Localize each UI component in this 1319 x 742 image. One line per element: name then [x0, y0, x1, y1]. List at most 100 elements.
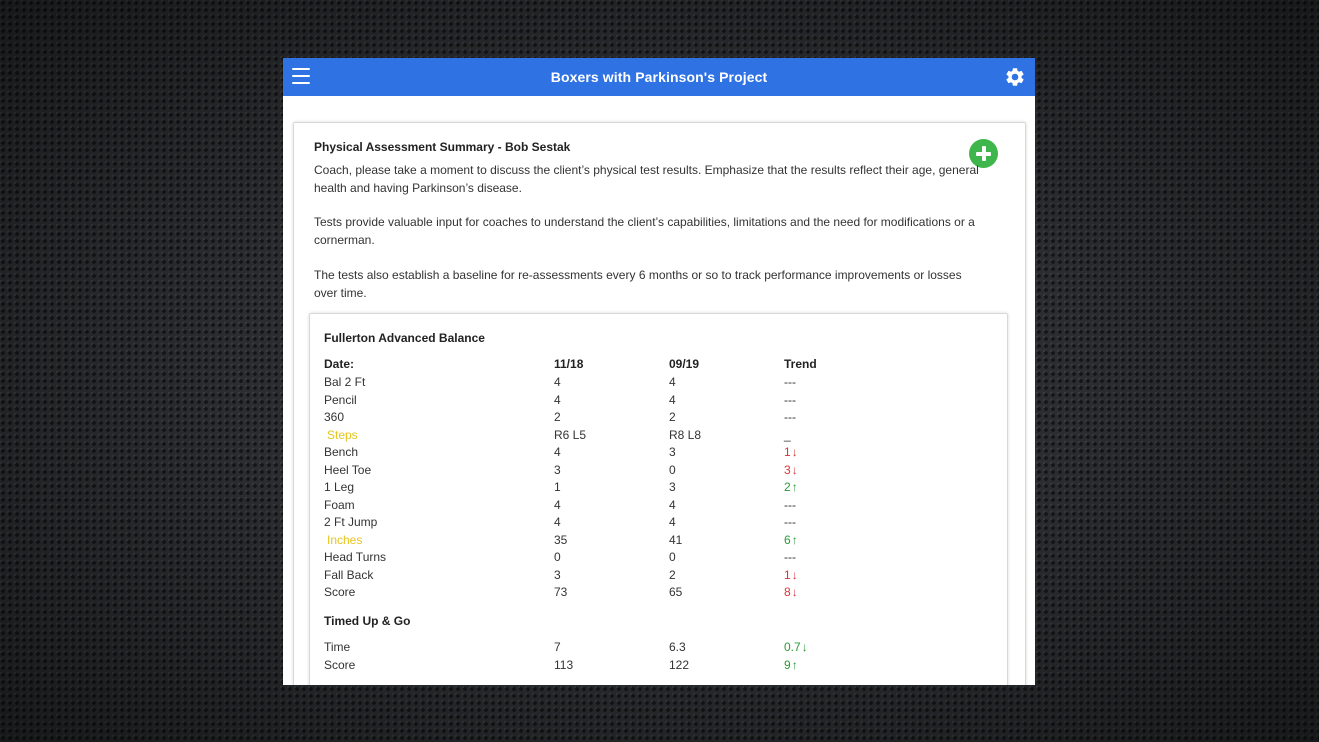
second-value: 4: [669, 392, 676, 407]
trend-value: ---: [784, 392, 796, 407]
app-title: Boxers with Parkinson's Project: [550, 69, 768, 85]
trend-cell: ---: [784, 550, 796, 564]
column-header-second-date: 09/19: [669, 357, 700, 371]
row-label: Fall Back: [324, 567, 374, 582]
summary-paragraph: Tests provide valuable input for coaches…: [314, 215, 975, 247]
first-value: 73: [554, 585, 568, 599]
summary-paragraph: The tests also establish a baseline for …: [314, 268, 962, 300]
trend-value: 8: [784, 585, 791, 599]
second-value: 0: [669, 550, 676, 564]
row-label: Steps: [327, 427, 358, 442]
hamburger-menu-icon[interactable]: [292, 68, 310, 84]
row-label: Inches: [327, 532, 363, 547]
table-row: Foam 4 4 ---: [324, 498, 924, 516]
second-value: 122: [669, 657, 690, 672]
row-label: Score: [324, 585, 356, 599]
first-value: 7: [554, 640, 561, 654]
arrow-up-icon: ↑: [791, 532, 798, 547]
balance-header-row: Date: 11/18 09/19 Trend: [324, 357, 924, 375]
second-value: 0: [669, 462, 676, 477]
first-value: R6 L5: [554, 427, 587, 442]
trend-value: ---: [784, 375, 796, 389]
second-value: 41: [669, 532, 683, 547]
trend-cell: 9↑: [784, 658, 798, 672]
table-row: Pencil 4 4 ---: [324, 393, 924, 411]
trend-value: _: [784, 427, 791, 442]
trend-cell: 1↓: [784, 568, 798, 582]
summary-title: Physical Assessment Summary - Bob Sestak: [314, 140, 571, 154]
row-label: Time: [324, 640, 351, 654]
second-value: 2: [669, 410, 676, 424]
tug-section-title: Timed Up & Go: [324, 614, 411, 628]
column-header-first-date: 11/18: [554, 357, 584, 371]
row-label: Heel Toe: [324, 462, 372, 477]
row-label: Head Turns: [324, 550, 387, 564]
first-value: 3: [554, 462, 561, 477]
gear-icon[interactable]: [1004, 66, 1026, 88]
trend-cell: 8↓: [784, 585, 798, 599]
table-row: Bench 4 3 1↓: [324, 445, 924, 463]
table-row: 360 2 2 ---: [324, 410, 924, 428]
second-value: 3: [669, 445, 676, 459]
summary-paragraph: Coach, please take a moment to discuss t…: [314, 163, 979, 195]
row-label: Foam: [324, 497, 355, 512]
first-value: 3: [554, 567, 561, 582]
trend-value: 2: [784, 480, 791, 494]
trend-cell: ---: [784, 410, 796, 424]
row-label: Bal 2 Ft: [324, 375, 366, 389]
second-value: 4: [669, 515, 676, 529]
table-row: 1 Leg 1 3 2↑: [324, 480, 924, 498]
column-header-trend: Trend: [784, 357, 817, 371]
arrow-down-icon: ↓: [791, 585, 798, 599]
table-row: Bal 2 Ft 4 4 ---: [324, 375, 924, 393]
first-value: 4: [554, 497, 561, 512]
trend-cell: ---: [784, 498, 796, 512]
arrow-down-icon: ↓: [791, 567, 798, 582]
second-value: 2: [669, 567, 676, 582]
trend-cell: 6↑: [784, 533, 798, 547]
trend-value: 6: [784, 532, 791, 547]
trend-cell: ---: [784, 375, 796, 389]
trend-cell: ---: [784, 393, 796, 407]
table-row: Inches 35 41 6↑: [324, 533, 924, 551]
row-label: 360: [324, 410, 345, 424]
second-value: 4: [669, 497, 676, 512]
table-row: Head Turns 0 0 ---: [324, 550, 924, 568]
trend-cell: 3↓: [784, 463, 798, 477]
arrow-up-icon: ↑: [791, 480, 798, 494]
arrow-down-icon: ↓: [801, 640, 808, 654]
trend-cell: 2↑: [784, 480, 798, 494]
trend-cell: _: [784, 428, 791, 442]
trend-value: ---: [784, 515, 796, 529]
table-row: Fall Back 3 2 1↓: [324, 568, 924, 586]
trend-value: 3: [784, 462, 791, 477]
second-value: 4: [669, 375, 676, 389]
trend-value: 1: [784, 445, 791, 459]
second-value: 6.3: [669, 640, 686, 654]
first-value: 113: [554, 657, 574, 672]
table-row: Steps R6 L5 R8 L8 _: [324, 428, 924, 446]
arrow-down-icon: ↓: [791, 445, 798, 459]
second-value: 65: [669, 585, 683, 599]
second-value: 3: [669, 480, 676, 494]
first-value: 4: [554, 515, 561, 529]
trend-cell: ---: [784, 515, 796, 529]
trend-value: 9: [784, 657, 791, 672]
arrow-up-icon: ↑: [791, 657, 798, 672]
assessment-summary-card: Physical Assessment Summary - Bob Sestak…: [293, 122, 1026, 685]
trend-value: ---: [784, 550, 796, 564]
first-value: 0: [554, 550, 561, 564]
table-row: Score 113 122 9↑: [324, 658, 924, 676]
first-value: 1: [554, 480, 561, 494]
trend-value: 1: [784, 567, 791, 582]
table-row: 2 Ft Jump 4 4 ---: [324, 515, 924, 533]
trend-cell: 1↓: [784, 445, 798, 459]
trend-value: ---: [784, 410, 796, 424]
app-window: Boxers with Parkinson's Project Physical…: [283, 58, 1035, 685]
balance-section-title: Fullerton Advanced Balance: [324, 331, 485, 345]
row-label: Pencil: [324, 392, 357, 407]
row-label: Bench: [324, 445, 359, 459]
trend-value: 0.7: [784, 640, 801, 654]
trend-value: ---: [784, 497, 796, 512]
top-app-bar: Boxers with Parkinson's Project: [283, 58, 1035, 96]
